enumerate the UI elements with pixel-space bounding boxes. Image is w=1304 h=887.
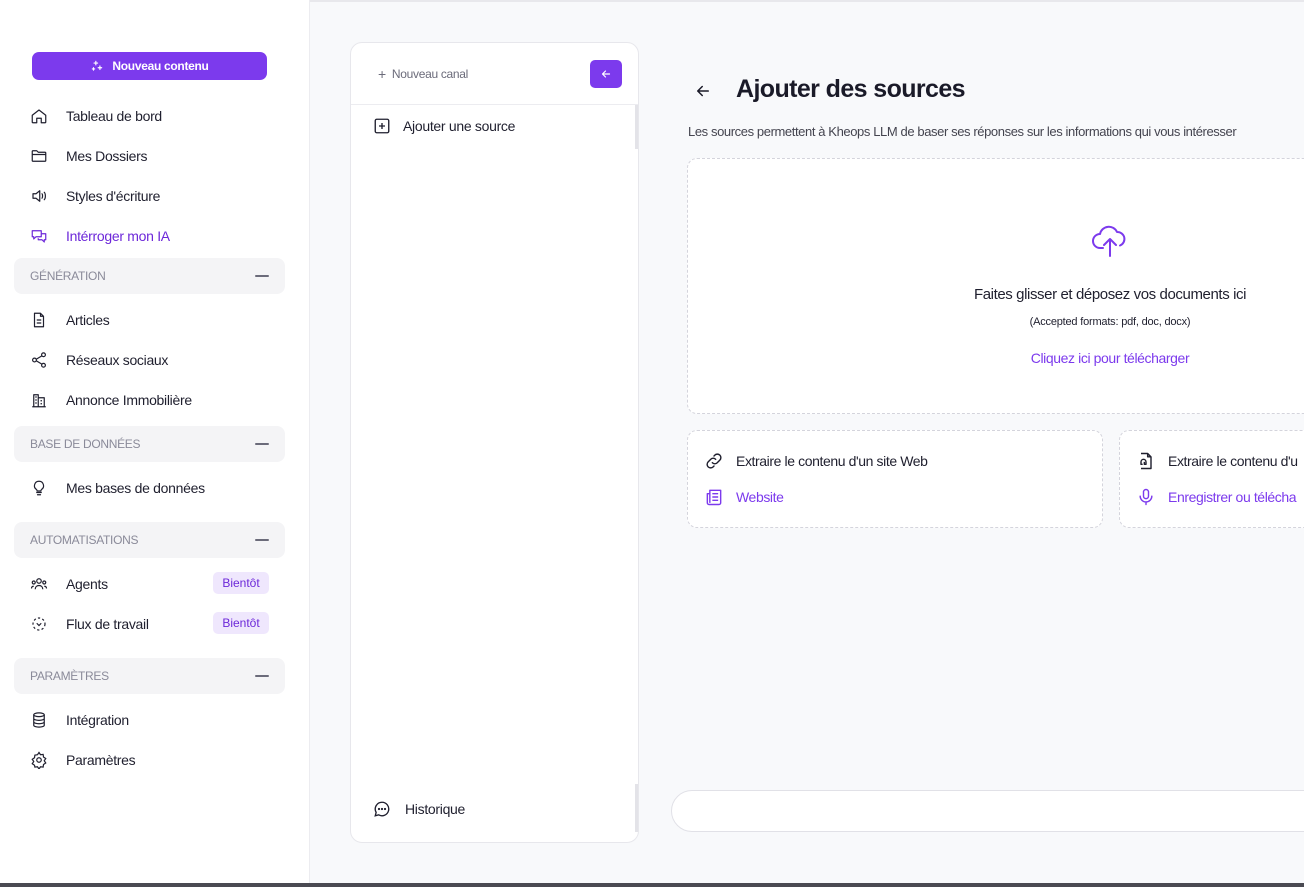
nav-social-label: Réseaux sociaux <box>66 352 169 368</box>
document-icon <box>30 311 48 329</box>
section-settings[interactable]: PARAMÈTRES <box>14 658 285 694</box>
nav-my-databases[interactable]: Mes bases de données <box>30 473 205 503</box>
dropzone-title: Faites glisser et déposez vos documents … <box>973 286 1247 303</box>
file-audio-icon <box>1140 452 1152 470</box>
collapse-icon[interactable] <box>255 539 269 541</box>
nav-parameters[interactable]: Paramètres <box>30 745 136 775</box>
new-channel-button[interactable]: + Nouveau canal <box>378 66 468 82</box>
speaker-icon <box>30 187 48 205</box>
collapse-icon[interactable] <box>255 443 269 445</box>
plus-square-icon <box>374 118 390 134</box>
page-title: Ajouter des sources <box>736 75 966 103</box>
home-icon <box>30 107 48 125</box>
new-content-label: Nouveau contenu <box>112 59 209 73</box>
top-divider <box>310 0 1304 2</box>
section-database[interactable]: BASE DE DONNÉES <box>14 426 285 462</box>
nav-my-databases-label: Mes bases de données <box>66 480 205 496</box>
sidebar: Nouveau contenu Tableau de bord Mes Doss… <box>0 0 310 887</box>
add-source-item[interactable]: Ajouter une source <box>373 117 515 135</box>
nav-styles[interactable]: Styles d'écriture <box>30 181 160 211</box>
lightbulb-icon <box>30 479 48 497</box>
nav-agents-label: Agents <box>66 576 108 592</box>
sparkles-icon <box>92 60 103 71</box>
section-automation[interactable]: AUTOMATISATIONS <box>14 522 285 558</box>
website-source-card[interactable]: Extraire le contenu d'un site Web Websit… <box>687 430 1103 528</box>
workflow-icon <box>30 615 48 633</box>
nav-real-estate-label: Annonce Immobilière <box>66 392 192 408</box>
website-card-title-text: Extraire le contenu d'un site Web <box>736 453 928 469</box>
section-generation[interactable]: GÉNÉRATION <box>14 258 285 294</box>
website-card-title: Extraire le contenu d'un site Web <box>704 451 928 471</box>
link-icon <box>706 453 722 469</box>
nav-parameters-label: Paramètres <box>66 752 136 768</box>
cloud-upload-icon <box>1092 225 1126 257</box>
nav-workflows-label: Flux de travail <box>66 616 149 632</box>
audio-link-label: Enregistrer ou télécha <box>1168 489 1297 505</box>
section-database-label: BASE DE DONNÉES <box>30 437 141 451</box>
chat-icon <box>374 801 390 817</box>
channels-panel: + Nouveau canal Ajouter une source Histo… <box>350 42 639 843</box>
chat-input[interactable] <box>671 790 1304 832</box>
nav-workflows[interactable]: Flux de travail <box>30 609 149 639</box>
folder-icon <box>30 147 48 165</box>
new-channel-label: Nouveau canal <box>391 66 469 81</box>
back-arrow-icon[interactable] <box>694 82 712 100</box>
section-automation-label: AUTOMATISATIONS <box>30 533 139 547</box>
section-generation-label: GÉNÉRATION <box>30 269 106 283</box>
history-label: Historique <box>405 801 466 817</box>
arrow-left-icon <box>601 69 611 78</box>
soon-badge: Bientôt <box>213 572 269 594</box>
upload-link[interactable]: Cliquez ici pour télécharger <box>950 350 1270 366</box>
nav-social[interactable]: Réseaux sociaux <box>30 345 168 375</box>
building-icon <box>30 391 48 409</box>
soon-badge: Bientôt <box>213 612 269 634</box>
scrollbar[interactable] <box>635 784 638 832</box>
nav-ask-ai[interactable]: Intérroger mon IA <box>30 221 170 251</box>
dropzone-formats: (Accepted formats: pdf, doc, docx) <box>1029 316 1191 328</box>
bottom-bar <box>0 883 1304 887</box>
nav-agents[interactable]: Agents <box>30 569 108 599</box>
section-settings-label: PARAMÈTRES <box>30 669 109 683</box>
scrollbar[interactable] <box>635 105 638 149</box>
add-source-label: Ajouter une source <box>403 118 516 134</box>
nav-styles-label: Styles d'écriture <box>66 188 161 204</box>
nav-real-estate[interactable]: Annonce Immobilière <box>30 385 192 415</box>
channels-header: + Nouveau canal <box>351 43 638 105</box>
nav-integration-label: Intégration <box>66 712 129 728</box>
website-link-label: Website <box>736 489 784 505</box>
new-content-button[interactable]: Nouveau contenu <box>32 52 267 80</box>
nav-dashboard-label: Tableau de bord <box>66 108 162 124</box>
nav-ask-ai-label: Intérroger mon IA <box>66 228 170 244</box>
gear-icon <box>30 751 48 769</box>
page-subtitle: Les sources permettent à Kheops LLM de b… <box>688 124 1237 139</box>
audio-link[interactable]: Enregistrer ou télécha <box>1136 487 1297 507</box>
nav-folders[interactable]: Mes Dossiers <box>30 141 148 171</box>
nav-dashboard[interactable]: Tableau de bord <box>30 101 162 131</box>
share-icon <box>30 351 48 369</box>
chat-bubbles-icon <box>30 227 48 245</box>
nav-integration[interactable]: Intégration <box>30 705 129 735</box>
newspaper-icon <box>706 489 722 506</box>
database-icon <box>30 711 48 729</box>
audio-card-title-text: Extraire le contenu d'u <box>1168 453 1298 469</box>
history-button[interactable]: Historique <box>373 800 465 818</box>
users-icon <box>30 575 48 593</box>
audio-source-card[interactable]: Extraire le contenu d'u Enregistrer ou t… <box>1119 430 1304 528</box>
plus-icon: + <box>378 65 386 82</box>
collapse-icon[interactable] <box>255 275 269 277</box>
nav-articles-label: Articles <box>66 312 110 328</box>
audio-card-title: Extraire le contenu d'u <box>1136 451 1298 471</box>
microphone-icon <box>1139 488 1153 506</box>
nav-folders-label: Mes Dossiers <box>66 148 148 164</box>
collapse-icon[interactable] <box>255 675 269 677</box>
nav-articles[interactable]: Articles <box>30 305 110 335</box>
website-link[interactable]: Website <box>704 487 784 507</box>
collapse-panel-button[interactable] <box>590 59 622 88</box>
